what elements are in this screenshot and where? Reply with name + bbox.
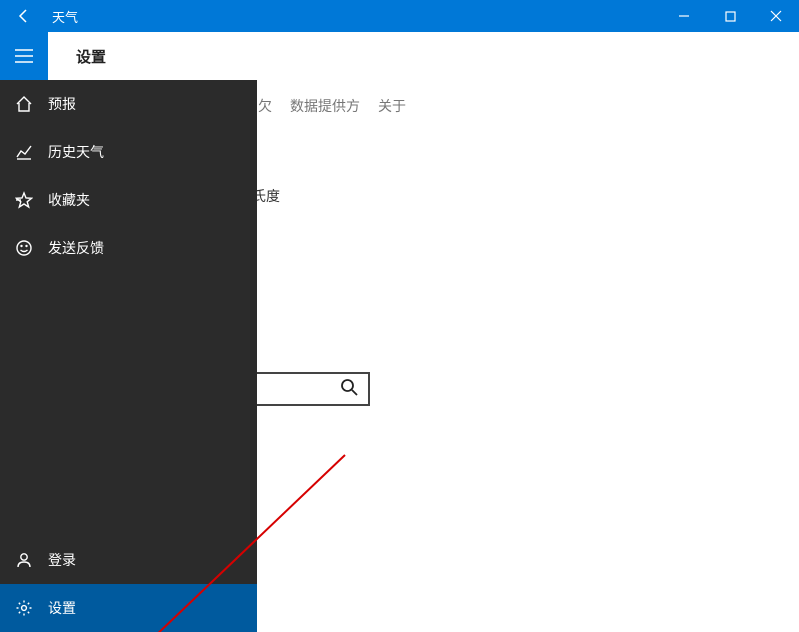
nav-item-forecast[interactable]: 预报 — [0, 80, 257, 128]
nav-item-history[interactable]: 历史天气 — [0, 128, 257, 176]
nav-item-settings[interactable]: 设置 — [0, 584, 257, 632]
navigation-pane: 预报 历史天气 收藏夹 发送反馈 — [0, 80, 257, 632]
page-header: 设置 — [0, 32, 799, 80]
minimize-button[interactable] — [661, 0, 707, 32]
nav-label: 收藏夹 — [48, 190, 90, 210]
home-icon — [0, 95, 48, 113]
chart-icon — [0, 143, 48, 161]
nav-label: 历史天气 — [48, 142, 104, 162]
person-icon — [0, 551, 48, 569]
app-title: 天气 — [48, 7, 661, 26]
tab-data-provider[interactable]: 数据提供方 — [290, 96, 360, 116]
hamburger-button[interactable] — [0, 32, 48, 80]
nav-item-login[interactable]: 登录 — [0, 536, 257, 584]
nav-label: 设置 — [48, 598, 76, 618]
maximize-button[interactable] — [707, 0, 753, 32]
settings-tabs: 欠 数据提供方 关于 — [258, 96, 406, 116]
nav-item-favorites[interactable]: 收藏夹 — [0, 176, 257, 224]
title-bar: 天气 — [0, 0, 799, 32]
tab-partial[interactable]: 欠 — [258, 96, 272, 116]
page-title: 设置 — [48, 46, 106, 67]
nav-label: 发送反馈 — [48, 238, 104, 258]
nav-label: 登录 — [48, 550, 76, 570]
nav-item-feedback[interactable]: 发送反馈 — [0, 224, 257, 272]
tab-about[interactable]: 关于 — [378, 96, 406, 116]
content-area: 欠 数据提供方 关于 氏度 预报 历史天气 — [0, 80, 799, 632]
smiley-icon — [0, 239, 48, 257]
close-button[interactable] — [753, 0, 799, 32]
star-icon — [0, 191, 48, 209]
gear-icon — [0, 599, 48, 617]
search-icon — [340, 378, 358, 401]
back-button[interactable] — [0, 0, 48, 32]
nav-label: 预报 — [48, 94, 76, 114]
